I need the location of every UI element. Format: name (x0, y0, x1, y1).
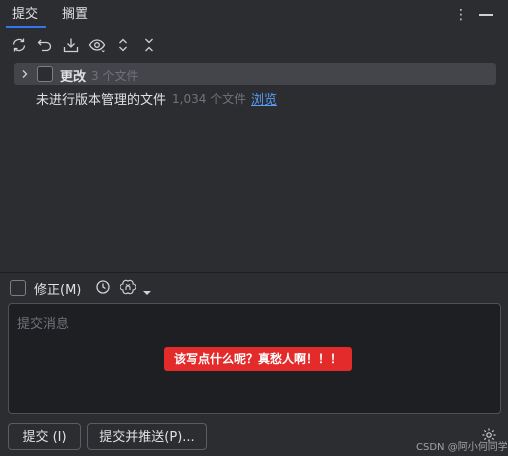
annotation-badge: 该写点什么呢？真愁人啊！！！ (164, 347, 353, 371)
minimize-icon[interactable] (479, 14, 493, 16)
active-tab-indicator (6, 26, 46, 28)
panel-divider (0, 272, 508, 273)
show-diff-icon[interactable] (88, 36, 106, 54)
chevron-right-icon[interactable] (18, 66, 32, 82)
changes-checkbox[interactable] (37, 66, 53, 82)
unversioned-files-label: 未进行版本管理的文件 (36, 93, 167, 108)
expand-all-icon[interactable] (114, 36, 132, 54)
commit-and-push-button[interactable]: 提交并推送(P)... (87, 423, 207, 450)
tab-shelf[interactable]: 搁置 (62, 0, 88, 30)
ai-assistant-icon[interactable] (119, 279, 137, 295)
browse-link[interactable]: 浏览 (251, 89, 277, 108)
refresh-icon[interactable] (10, 36, 28, 54)
commit-button[interactable]: 提交 (I) (8, 423, 81, 450)
unversioned-files-count: 1,034 个文件 (172, 92, 247, 106)
history-icon[interactable] (95, 279, 111, 295)
changes-node[interactable]: 更改 3 个文件 (14, 63, 496, 85)
changes-label: 更改 (60, 70, 87, 85)
dropdown-caret-icon[interactable] (142, 285, 152, 295)
watermark-text: CSDN @阿小何同学 (416, 442, 508, 453)
changes-count: 3 个文件 (91, 69, 139, 83)
amend-checkbox[interactable] (10, 280, 26, 296)
rollback-icon[interactable] (36, 36, 54, 54)
commit-message-placeholder: 提交消息 (17, 317, 70, 332)
amend-label[interactable]: 修正(M) (34, 279, 81, 298)
tab-bar: 提交 搁置 ⋮ (0, 0, 508, 30)
more-options-icon[interactable]: ⋮ (453, 6, 469, 24)
commit-message-field[interactable]: 提交消息 该写点什么呢？真愁人啊！！！ (8, 303, 501, 414)
collapse-all-icon[interactable] (140, 36, 158, 54)
shelve-icon[interactable] (62, 36, 80, 54)
